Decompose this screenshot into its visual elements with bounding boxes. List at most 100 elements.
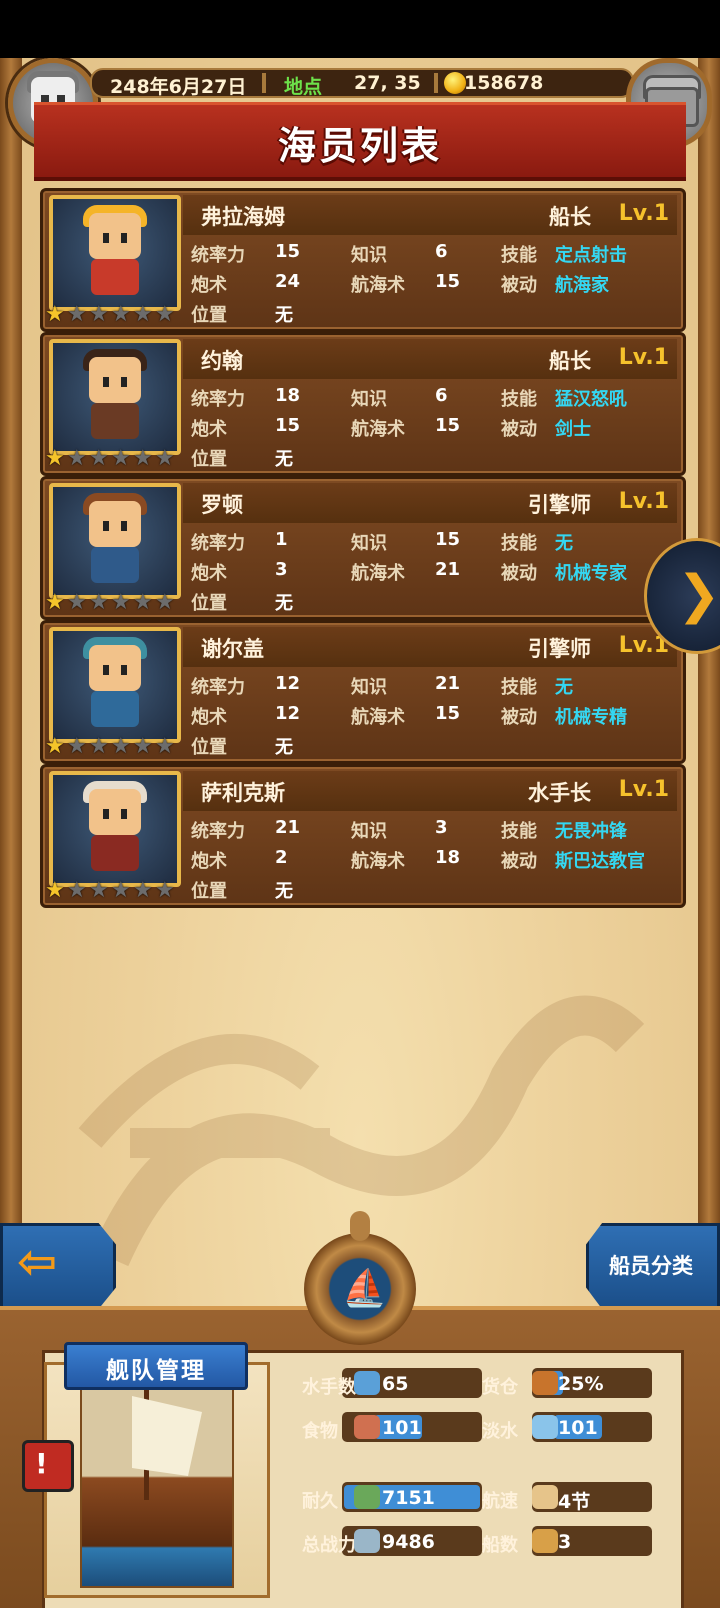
knowledge-value: 6 — [435, 241, 448, 262]
location-value: 27, 35 — [354, 72, 421, 94]
portrait-eye — [103, 233, 109, 243]
ships-value: 3 — [558, 1531, 572, 1553]
fleet-panel: 舰队管理 ! 水手数 65 货仓 25% 食物 101 淡水 101 耐久 71… — [0, 1306, 720, 1608]
passive-label: 被动 — [501, 275, 537, 296]
portrait-body — [91, 259, 139, 295]
alert-mark: ! — [35, 1447, 48, 1480]
knowledge-label: 知识 — [351, 821, 387, 842]
star-icon: ★ — [89, 590, 109, 615]
position-value: 无 — [275, 881, 293, 902]
frame-right — [698, 58, 720, 1358]
star-rating: ★ ★ ★ ★ ★ ★ — [45, 734, 185, 759]
star-icon: ★ — [67, 878, 87, 903]
star-icon: ★ — [89, 734, 109, 759]
star-icon: ★ — [89, 878, 109, 903]
crew-portrait[interactable] — [49, 771, 181, 887]
stat-row-power-ships: 总战力 9486 船数 3 — [282, 1526, 652, 1558]
ship-illustration[interactable] — [80, 1384, 234, 1588]
star-icon: ★ — [111, 878, 131, 903]
ship-icon: ⛵ — [342, 1268, 387, 1309]
skill-value: 无 — [555, 677, 573, 698]
crew-role: 船长 — [549, 205, 591, 229]
captain-alert-icon[interactable]: ! — [22, 1440, 74, 1492]
position-value: 无 — [275, 593, 293, 614]
gunnery-label: 炮术 — [191, 275, 227, 296]
star-icon: ★ — [67, 734, 87, 759]
navigation-label: 航海术 — [351, 851, 405, 872]
navigation-value: 15 — [435, 415, 461, 436]
stat-row-durability-speed: 耐久 7151 航速 4节 — [282, 1482, 652, 1514]
fleet-management-tag[interactable]: 舰队管理 — [64, 1342, 248, 1390]
gunnery-label: 炮术 — [191, 419, 227, 440]
fleet-management-title: 舰队管理 — [106, 1358, 206, 1384]
crew-portrait[interactable] — [49, 627, 181, 743]
passive-value: 机械专精 — [555, 707, 627, 728]
star-icon: ★ — [133, 590, 153, 615]
portrait-head — [89, 645, 141, 691]
ship-hull-icon — [354, 1485, 380, 1509]
star-rating: ★ ★ ★ ★ ★ ★ — [45, 878, 185, 903]
sailor-icon — [354, 1371, 380, 1395]
sail-icon — [532, 1485, 558, 1509]
gunnery-value: 2 — [275, 847, 288, 868]
water-value: 101 — [558, 1417, 598, 1439]
star-icon: ★ — [111, 590, 131, 615]
navigation-label: 航海术 — [351, 419, 405, 440]
star-icon: ★ — [133, 446, 153, 471]
speed-label: 航速 — [482, 1491, 518, 1512]
position-value: 无 — [275, 737, 293, 758]
divider — [262, 73, 266, 93]
crew-card[interactable]: ★ ★ ★ ★ ★ ★ 约翰 船长 Lv.1 统率力 18 知识 6 技能 猛汉怒吼 炮术 15 航海术 15 被动剑… — [40, 332, 686, 476]
crew-portrait[interactable] — [49, 195, 181, 311]
food-label: 食物 — [302, 1421, 338, 1442]
ship-wheel-button[interactable]: ⛵ — [304, 1211, 416, 1345]
status-bar: 248年6月27日 地点 27, 35 158678 — [90, 68, 634, 98]
portrait-eye — [103, 665, 109, 675]
star-rating: ★ ★ ★ ★ ★ ★ — [45, 302, 185, 327]
speed-value: 4节 — [558, 1491, 591, 1513]
star-icon: ★ — [133, 734, 153, 759]
crew-card[interactable]: ★ ★ ★ ★ ★ ★ 罗顿 引擎师 Lv.1 统率力 1 知识 15 技能无炮术 3 航海术 21 被动 机械专家… — [40, 476, 686, 620]
portrait-body — [91, 547, 139, 583]
crew-card[interactable]: ★ ★ ★ ★ ★ ★ 谢尔盖 引擎师 Lv.1 统率力 12 知识 21 技能无炮术 12 航海术 15 被动机… — [40, 620, 686, 764]
portrait-head — [89, 501, 141, 547]
passive-value: 机械专家 — [555, 563, 627, 584]
crew-card[interactable]: ★ ★ ★ ★ ★ ★ 萨利克斯 水手长 Lv.1 统率力 21 知识 3 技能 无畏冲锋 炮术 2 航海术 18 被… — [40, 764, 686, 908]
skill-value: 定点射击 — [555, 245, 627, 266]
command-label: 统率力 — [191, 533, 245, 554]
crew-level: Lv.1 — [618, 201, 669, 226]
crew-level: Lv.1 — [618, 777, 669, 802]
portrait-eye — [121, 809, 127, 819]
crew-classify-button[interactable]: 船员分类 — [586, 1223, 720, 1309]
skill-label: 技能 — [501, 677, 537, 698]
command-value: 21 — [275, 817, 301, 838]
frame-left — [0, 58, 22, 1358]
crew-portrait[interactable] — [49, 483, 181, 599]
position-label: 位置 — [191, 881, 227, 902]
knowledge-label: 知识 — [351, 677, 387, 698]
passive-value: 航海家 — [555, 275, 609, 296]
position-label: 位置 — [191, 737, 227, 758]
back-button[interactable]: ⇦ — [0, 1223, 116, 1309]
skill-label: 技能 — [501, 821, 537, 842]
star-icon: ★ — [89, 446, 109, 471]
gunnery-label: 炮术 — [191, 851, 227, 872]
star-icon: ★ — [45, 878, 65, 903]
passive-value: 剑士 — [555, 419, 591, 440]
navigation-value: 18 — [435, 847, 461, 868]
crew-portrait[interactable] — [49, 339, 181, 455]
knowledge-value: 6 — [435, 385, 448, 406]
cargo-crate-icon — [532, 1371, 558, 1395]
crew-name: 谢尔盖 — [201, 637, 264, 661]
crew-level: Lv.1 — [618, 489, 669, 514]
water-label: 淡水 — [482, 1421, 518, 1442]
star-icon: ★ — [67, 446, 87, 471]
star-icon: ★ — [133, 302, 153, 327]
crew-card[interactable]: ★ ★ ★ ★ ★ ★ 弗拉海姆 船长 Lv.1 统率力 15 知识 6 技能 定点射击 炮术 24 航海术 15 被… — [40, 188, 686, 332]
skill-label: 技能 — [501, 533, 537, 554]
knowledge-value: 3 — [435, 817, 448, 838]
power-label: 总战力 — [302, 1535, 356, 1556]
passive-value: 斯巴达教官 — [555, 851, 645, 872]
command-label: 统率力 — [191, 245, 245, 266]
skill-value: 无畏冲锋 — [555, 821, 627, 842]
